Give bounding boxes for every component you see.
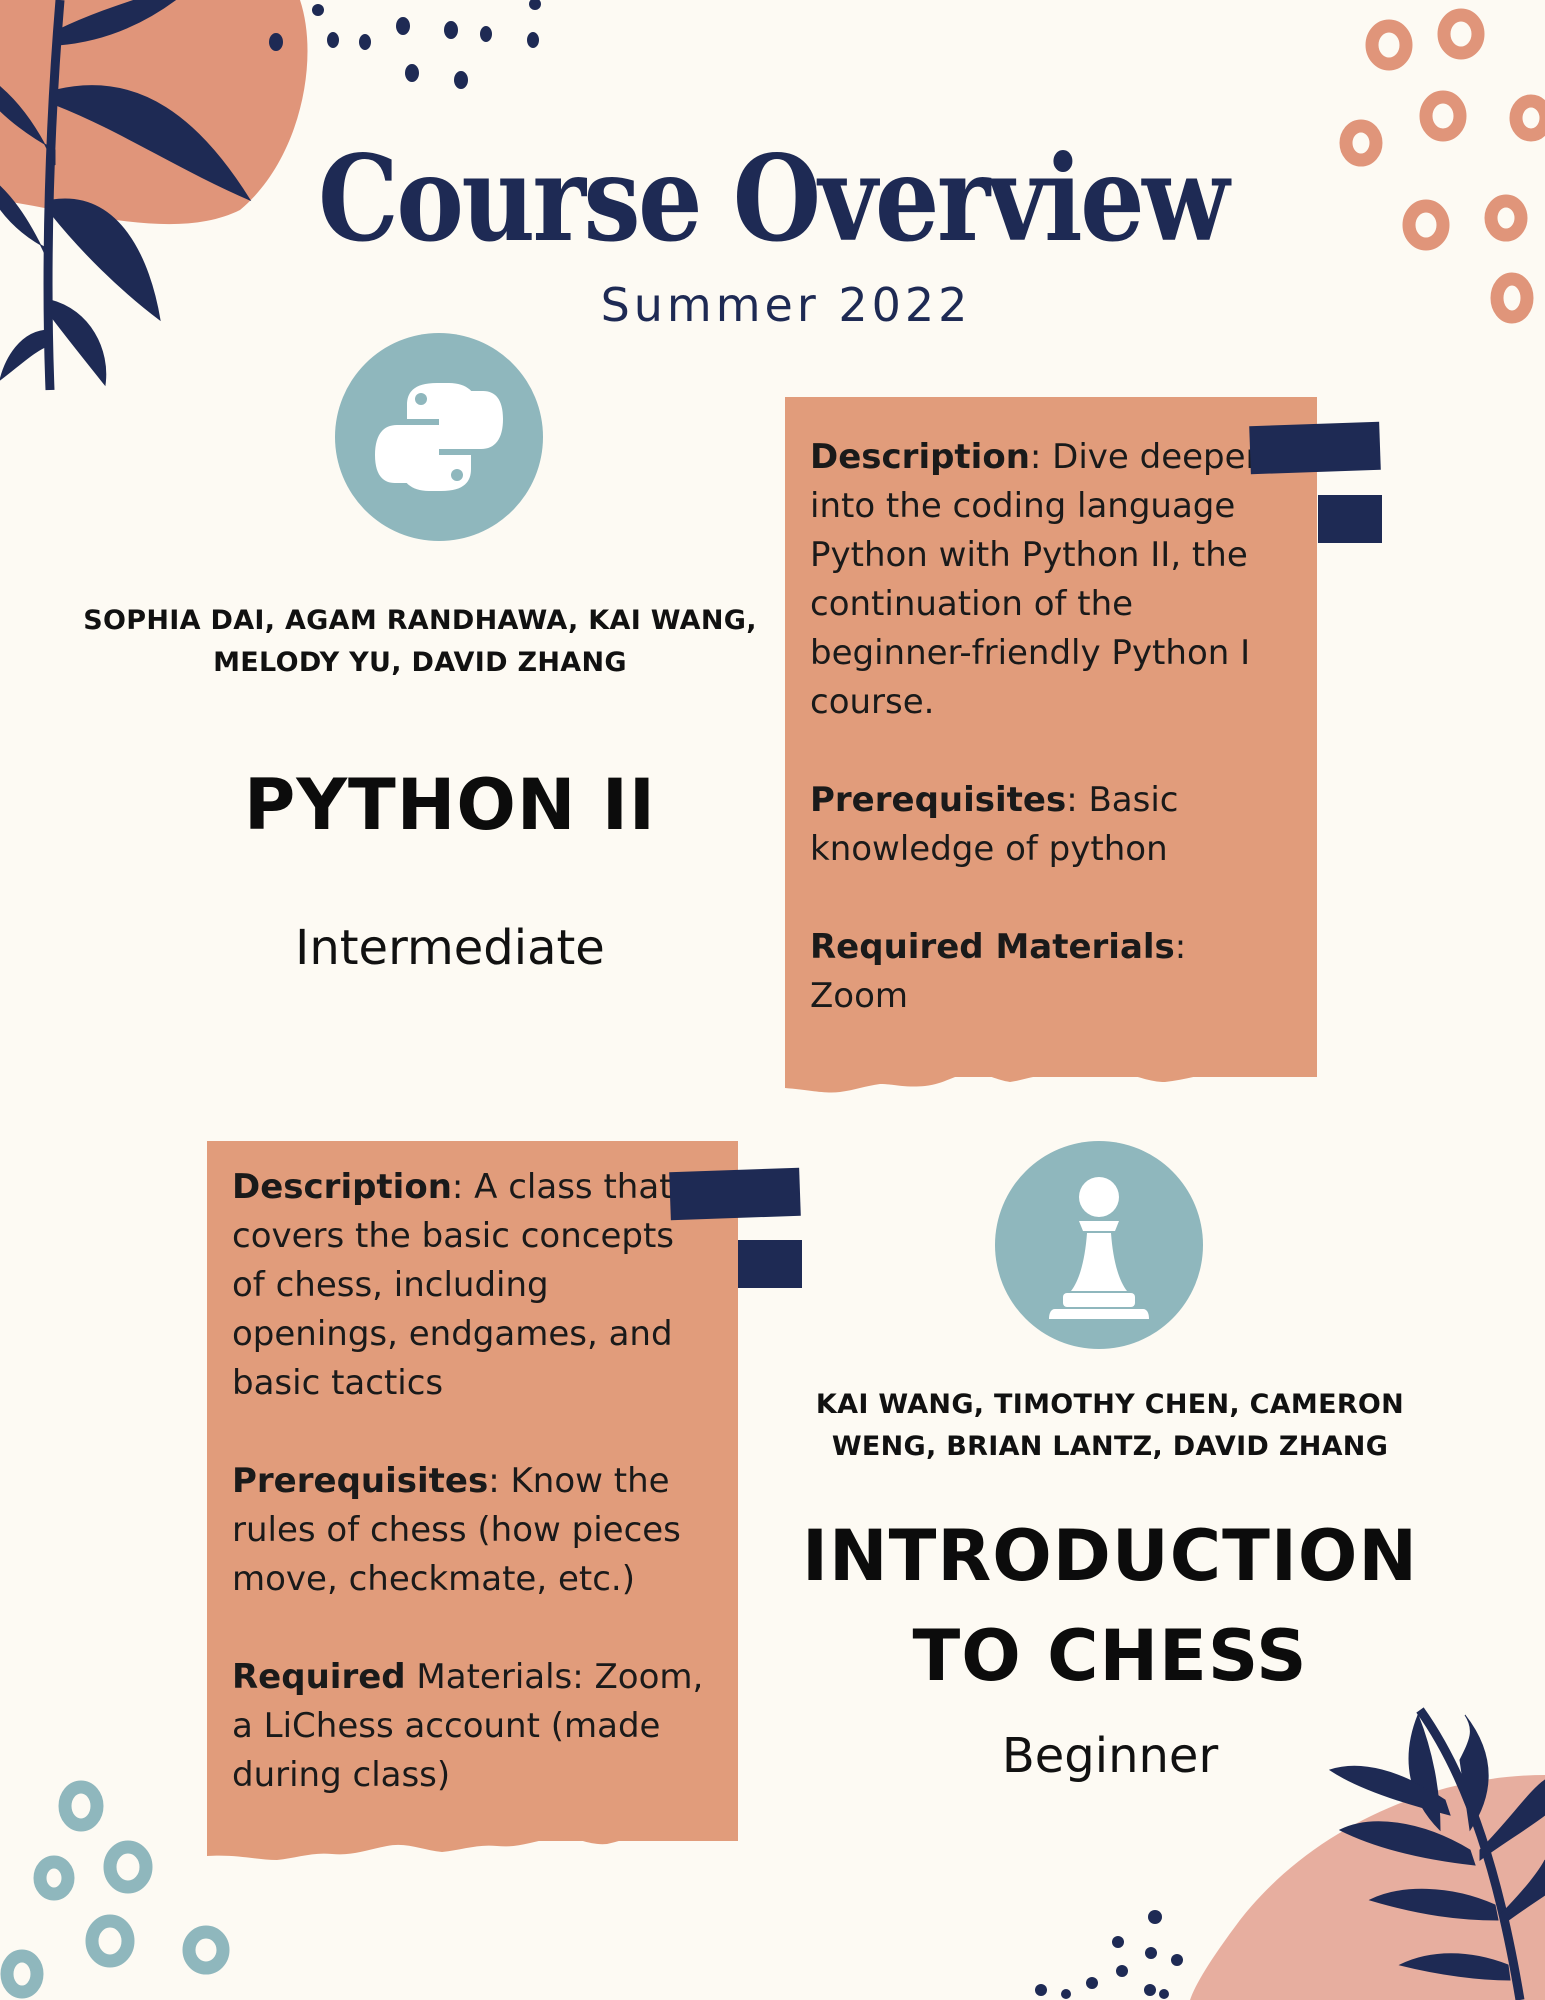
- python-prerequisites: Prerequisites: Basic knowledge of python: [810, 776, 1280, 874]
- chess-card-text: Description: A class that covers the bas…: [232, 1163, 712, 1849]
- chess-prerequisites-label: Prerequisites: [232, 1461, 489, 1501]
- python-materials-label: Required Materials: [810, 927, 1175, 967]
- python-description: Description: Dive deeper into the coding…: [810, 433, 1280, 727]
- chess-authors-line2: WENG, BRIAN LANTZ, DAVID ZHANG: [831, 1431, 1389, 1462]
- chess-card-tape-top: [669, 1167, 801, 1221]
- python-course-name: PYTHON II: [244, 764, 656, 846]
- python-description-text: : Dive deeper into the coding language P…: [810, 437, 1260, 722]
- python-materials: Required Materials: Zoom: [810, 923, 1280, 1021]
- python-course-level: Intermediate: [295, 920, 605, 976]
- page-title: Course Overview: [318, 129, 1229, 268]
- chess-materials-label: Required: [232, 1657, 406, 1697]
- chess-course-name: INTRODUCTION TO CHESS: [780, 1506, 1440, 1706]
- bottom-right-dots: [1035, 1910, 1183, 1999]
- chess-card-tape-bottom: [738, 1240, 802, 1288]
- top-dots: [269, 0, 541, 89]
- python-prerequisites-label: Prerequisites: [810, 780, 1067, 820]
- chess-materials: Required Materials: Zoom, a LiChess acco…: [232, 1653, 712, 1800]
- chess-description: Description: A class that covers the bas…: [232, 1163, 712, 1408]
- chess-course-name-line2: TO CHESS: [912, 1615, 1308, 1697]
- chess-description-label: Description: [232, 1167, 452, 1207]
- chess-pawn-icon: [995, 1141, 1203, 1349]
- chess-prerequisites: Prerequisites: Know the rules of chess (…: [232, 1457, 712, 1604]
- bottom-left-rings: [0, 1780, 230, 1999]
- python-card-tape-top: [1249, 421, 1381, 475]
- python-authors-line2: MELODY YU, DAVID ZHANG: [213, 647, 627, 678]
- page-subtitle: Summer 2022: [600, 278, 972, 332]
- python-authors-line1: SOPHIA DAI, AGAM RANDHAWA, KAI WANG,: [83, 605, 757, 636]
- python-description-label: Description: [810, 437, 1030, 477]
- chess-course-name-line1: INTRODUCTION: [802, 1515, 1418, 1597]
- chess-authors: KAI WANG, TIMOTHY CHEN, CAMERON WENG, BR…: [780, 1384, 1440, 1468]
- python-logo-icon: [335, 333, 543, 541]
- python-authors: SOPHIA DAI, AGAM RANDHAWA, KAI WANG, MEL…: [70, 600, 770, 684]
- chess-authors-line1: KAI WANG, TIMOTHY CHEN, CAMERON: [815, 1389, 1405, 1420]
- python-card-tape-bottom: [1318, 495, 1382, 543]
- chess-course-level: Beginner: [1001, 1728, 1219, 1784]
- python-card-text: Description: Dive deeper into the coding…: [810, 433, 1280, 1070]
